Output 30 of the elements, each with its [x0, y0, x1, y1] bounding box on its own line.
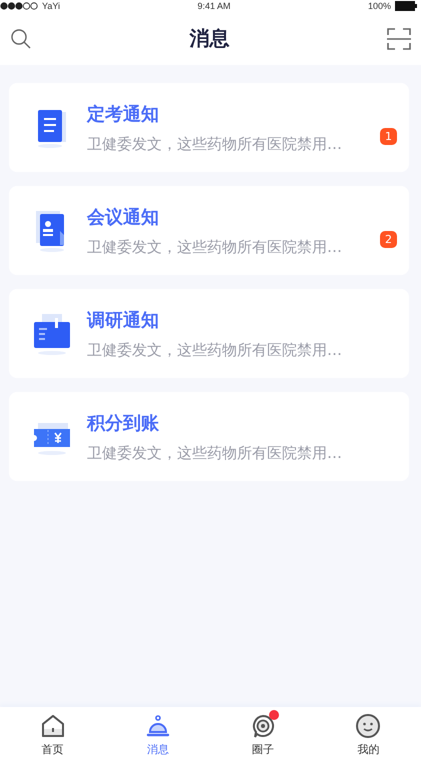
message-title: 积分到账	[87, 412, 160, 434]
house-icon	[40, 713, 66, 739]
message-card[interactable]: 会议通知 卫健委发文，这些药物所有医院禁用… 2	[9, 186, 409, 275]
message-preview: 卫健委发文，这些药物所有医院禁用…	[87, 134, 343, 154]
message-title: 调研通知	[87, 308, 160, 332]
message-preview: 卫健委发文，这些药物所有医院禁用…	[87, 238, 343, 256]
bell-icon	[144, 713, 171, 739]
battery-percent: 100%	[368, 2, 391, 10]
message-preview: 卫健委发文，这些药物所有医院禁用…	[87, 340, 343, 360]
tab-bar-item[interactable]: 我的	[316, 707, 421, 763]
unread-count: 2	[380, 231, 397, 248]
message-preview: 卫健委发文，这些药物所有医院禁用…	[87, 444, 343, 462]
message-card[interactable]: 积分到账 卫健委发文，这些药物所有医院禁用…	[9, 392, 409, 481]
tab-bar-item[interactable]: 消息	[105, 707, 210, 763]
page-title: 消息	[190, 25, 230, 52]
carrier-name: YaYi	[42, 2, 60, 10]
smiley-icon	[355, 713, 382, 739]
tab-bar-item[interactable]: 首页	[0, 707, 106, 763]
search-icon[interactable]	[10, 28, 32, 50]
status-time: 9:41 AM	[197, 2, 230, 10]
battery-icon	[394, 1, 417, 11]
chat-target-icon	[250, 713, 276, 739]
signal-icon	[0, 2, 38, 10]
unread-count: 1	[380, 128, 397, 145]
scan-icon[interactable]	[387, 28, 411, 50]
message-card[interactable]: 定考通知 卫健委发文，这些药物所有医院禁用… 1	[9, 83, 409, 172]
message-title: 会议通知	[87, 206, 160, 228]
message-card[interactable]: 调研通知 卫健委发文，这些药物所有医院禁用…	[9, 289, 409, 378]
message-title: 定考通知	[87, 102, 160, 126]
tab-bar-item[interactable]: 圈子	[210, 707, 316, 763]
